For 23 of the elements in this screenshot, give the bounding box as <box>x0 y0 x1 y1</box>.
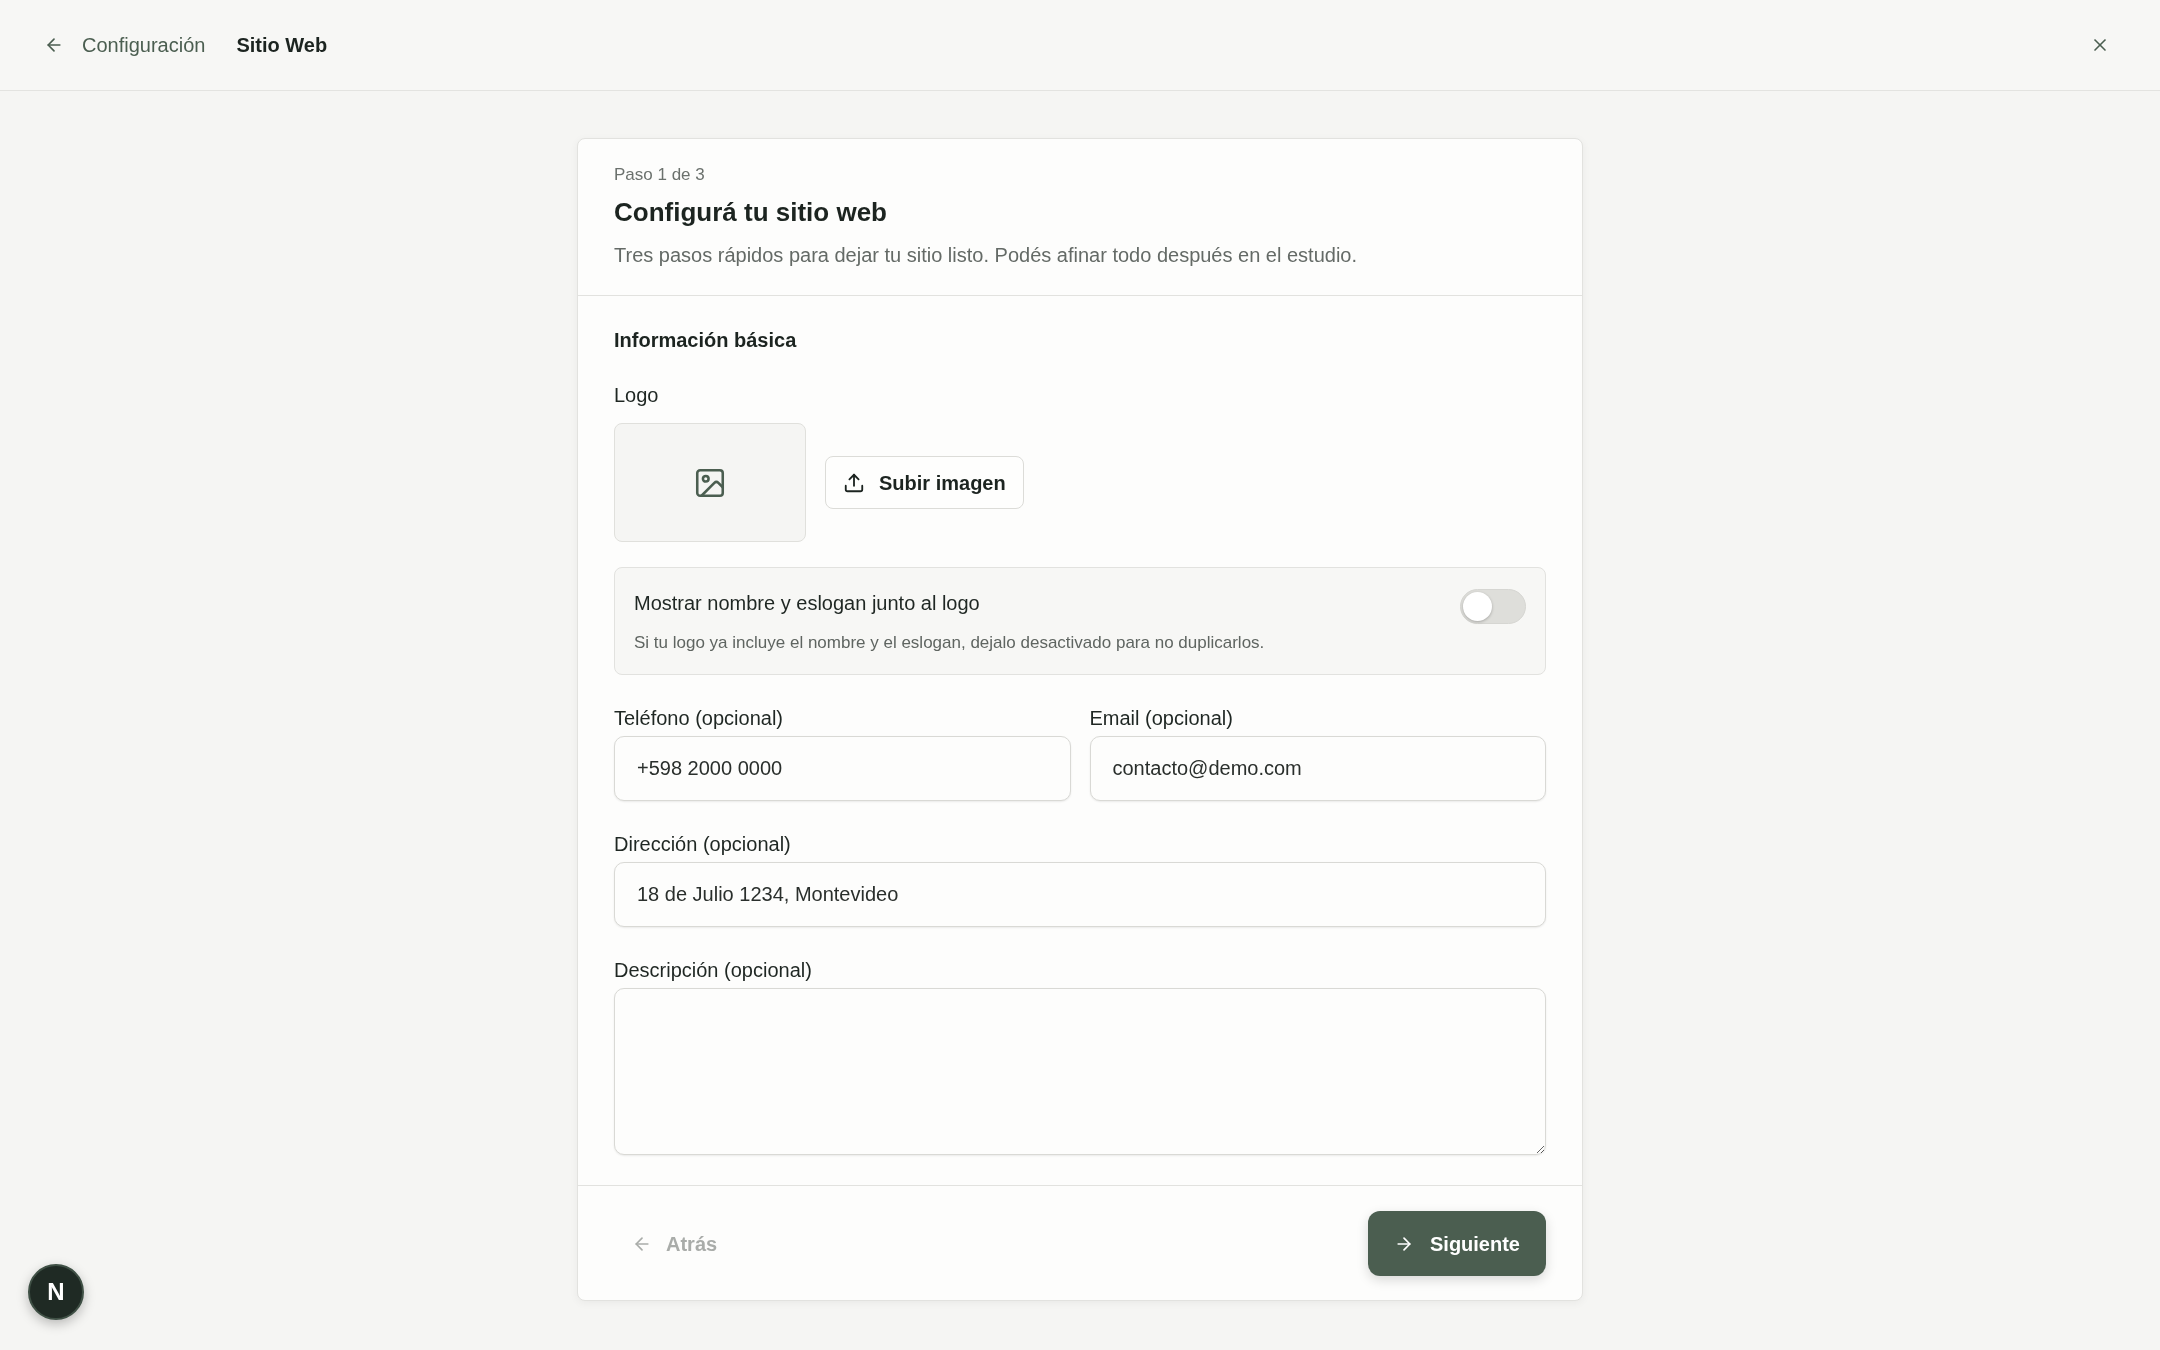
toggle-switch[interactable] <box>1460 589 1526 624</box>
logo-label: Logo <box>614 383 660 408</box>
wizard-subtitle: Tres pasos rápidos para dejar tu sitio listo. Podés afinar todo después en el estudio. <box>614 243 1359 268</box>
step-indicator: Paso 1 de 3 <box>614 164 706 186</box>
wizard-title: Configurá tu sitio web <box>614 196 888 229</box>
section-title: Información básica <box>614 328 798 353</box>
field-label: Descripción (opcional) <box>614 958 813 983</box>
next-button[interactable]: Siguiente <box>1368 1211 1546 1276</box>
toggle-hint: Si tu logo ya incluye el nombre y el eslogan, dejalo desactivado para no duplicarlos. <box>634 632 1265 654</box>
field-label: Email (opcional) <box>1089 706 1234 731</box>
page-title: Sitio Web <box>236 33 328 58</box>
upload-icon <box>843 471 865 494</box>
dev-tools-badge[interactable]: N <box>28 1264 84 1320</box>
input-field[interactable]: 18 de Julio 1234, Montevideo <box>614 862 1546 927</box>
logo-placeholder[interactable] <box>614 423 806 542</box>
textarea-field[interactable] <box>614 988 1546 1155</box>
upload-button[interactable]: Subir imagen <box>825 456 1024 509</box>
input-field[interactable]: contacto@demo.com <box>1089 736 1546 801</box>
input-field[interactable]: +598 2000 0000 <box>614 736 1071 801</box>
field-label: Teléfono (opcional) <box>614 706 784 731</box>
field-label: Dirección (opcional) <box>614 832 792 857</box>
toggle-label: Mostrar nombre y eslogan junto al logo <box>634 591 981 616</box>
breadcrumb-link[interactable]: Configuración <box>82 30 206 60</box>
